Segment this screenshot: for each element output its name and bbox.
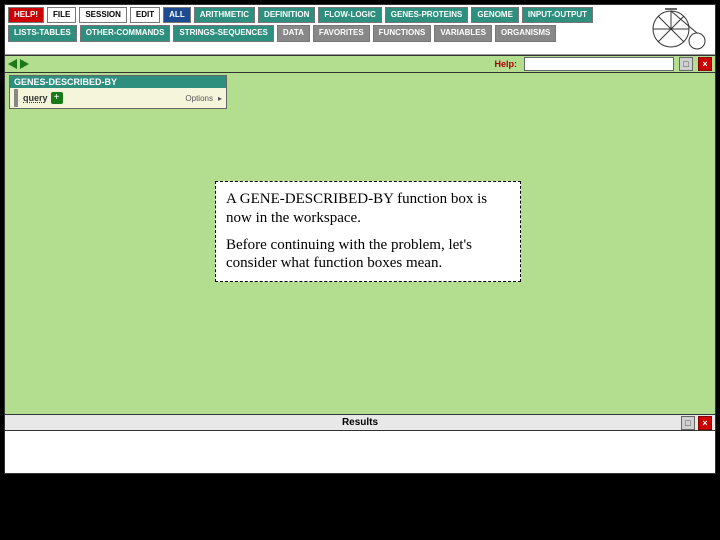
- back-arrow-icon[interactable]: [8, 59, 17, 69]
- bicycle-logo: [649, 7, 709, 51]
- results-title: Results: [342, 417, 378, 428]
- add-icon[interactable]: +: [51, 92, 63, 104]
- drag-handle-icon[interactable]: [14, 89, 18, 107]
- results-close-button[interactable]: ×: [698, 416, 712, 430]
- function-options-label[interactable]: Options: [185, 94, 213, 103]
- tutorial-callout: A GENE-DESCRIBED-BY function box is now …: [215, 181, 521, 282]
- results-titlebar: Results □ ×: [5, 415, 715, 431]
- menu-arithmetic[interactable]: ARITHMETIC: [194, 7, 255, 23]
- menu-row-2: LISTS-TABLESOTHER-COMMANDSSTRINGS-SEQUEN…: [8, 25, 712, 41]
- menu-data[interactable]: DATA: [277, 25, 310, 41]
- menu-other-commands[interactable]: OTHER-COMMANDS: [80, 25, 171, 41]
- menu-help-[interactable]: HELP!: [8, 7, 44, 23]
- menu-strings-sequences[interactable]: STRINGS-SEQUENCES: [173, 25, 273, 41]
- function-field-label[interactable]: query: [23, 93, 48, 103]
- tutorial-text-1: A GENE-DESCRIBED-BY function box is now …: [226, 190, 510, 228]
- menu-favorites[interactable]: FAVORITES: [313, 25, 370, 41]
- help-label: Help:: [495, 59, 518, 69]
- menu-row-1: HELP!FILESESSIONEDITALLARITHMETICDEFINIT…: [8, 7, 712, 23]
- menu-definition[interactable]: DEFINITION: [258, 7, 315, 23]
- function-box-body: query + Options ▸: [10, 88, 226, 108]
- workspace-toolbar: Help: □ ×: [5, 55, 715, 73]
- menu-session[interactable]: SESSION: [79, 7, 127, 23]
- menubar: HELP!FILESESSIONEDITALLARITHMETICDEFINIT…: [5, 5, 715, 55]
- results-maximize-button[interactable]: □: [681, 416, 695, 430]
- close-button[interactable]: ×: [698, 57, 712, 71]
- menu-flow-logic[interactable]: FLOW-LOGIC: [318, 7, 381, 23]
- forward-arrow-icon[interactable]: [20, 59, 29, 69]
- menu-file[interactable]: FILE: [47, 7, 76, 23]
- tutorial-text-2: Before continuing with the problem, let'…: [226, 236, 510, 274]
- results-panel: [5, 431, 715, 473]
- menu-edit[interactable]: EDIT: [130, 7, 160, 23]
- menu-genes-proteins[interactable]: GENES-PROTEINS: [385, 7, 469, 23]
- menu-all[interactable]: ALL: [163, 7, 191, 23]
- workspace[interactable]: GENES-DESCRIBED-BY query + Options ▸ A G…: [5, 73, 715, 415]
- function-box-title[interactable]: GENES-DESCRIBED-BY: [10, 76, 226, 88]
- maximize-button[interactable]: □: [679, 57, 693, 71]
- menu-input-output[interactable]: INPUT-OUTPUT: [522, 7, 593, 23]
- chevron-icon[interactable]: ▸: [218, 94, 222, 103]
- menu-organisms[interactable]: ORGANISMS: [495, 25, 556, 41]
- menu-genome[interactable]: GENOME: [471, 7, 519, 23]
- menu-lists-tables[interactable]: LISTS-TABLES: [8, 25, 77, 41]
- menu-functions[interactable]: FUNCTIONS: [373, 25, 432, 41]
- function-box[interactable]: GENES-DESCRIBED-BY query + Options ▸: [9, 75, 227, 109]
- help-input[interactable]: [524, 57, 674, 71]
- menu-variables[interactable]: VARIABLES: [434, 25, 492, 41]
- app-frame: HELP!FILESESSIONEDITALLARITHMETICDEFINIT…: [4, 4, 716, 474]
